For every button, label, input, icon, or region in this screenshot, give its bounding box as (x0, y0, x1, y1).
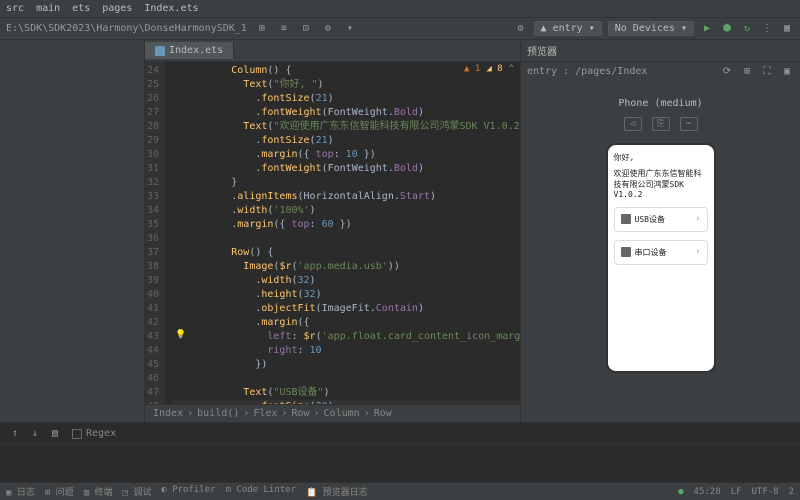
more-icon[interactable]: ▦ (780, 22, 794, 36)
breadcrumb-item[interactable]: Index (153, 408, 183, 419)
welcome-text: 欢迎使用广东东信智能科技有限公司鸿蒙SDK V1.0.2 (614, 169, 708, 200)
serial-icon (621, 247, 631, 257)
grid-icon[interactable]: ⊞ (740, 64, 754, 78)
tab-label: Index.ets (169, 45, 223, 56)
menu-pages[interactable]: pages (102, 3, 132, 14)
phone-preview: 你好, 欢迎使用广东东信智能科技有限公司鸿蒙SDK V1.0.2 USB设备 ›… (606, 143, 716, 373)
refresh-icon[interactable]: ⟳ (720, 64, 734, 78)
breadcrumb: Index › build() › Flex › Row › Column › … (145, 404, 520, 422)
toolbar-icon[interactable]: ⊞ (255, 22, 269, 36)
settings-icon[interactable]: ⚙ (514, 22, 528, 36)
menu-src[interactable]: src (6, 3, 24, 14)
filter-icon[interactable]: ▤ (48, 427, 62, 441)
copy-button[interactable]: ⎘ (652, 117, 670, 131)
top-menu-bar: src main ets pages Index.ets (0, 0, 800, 18)
status-item[interactable]: ◳ 调试 (123, 485, 152, 498)
search-icon[interactable]: ↓ (28, 427, 42, 441)
menu-file[interactable]: Index.ets (144, 3, 198, 14)
intention-bulb-icon[interactable]: 💡 (175, 330, 186, 340)
project-path: E:\SDK\SDK2023\Harmony\DonseHarmonySDK_1 (6, 23, 247, 34)
breadcrumb-item[interactable]: Row (374, 408, 392, 419)
run-icon[interactable]: ▶ (700, 22, 714, 36)
code-content[interactable]: Column() { Text("你好, ") .fontSize(21) .f… (165, 62, 520, 404)
greeting-text: 你好, (614, 153, 708, 163)
status-info: 45:28 (694, 487, 721, 497)
debug-icon[interactable]: ⬢ (720, 22, 734, 36)
serial-card[interactable]: 串口设备 › (614, 240, 708, 265)
project-panel (0, 40, 145, 422)
status-item[interactable]: ▥ 终端 (84, 485, 113, 498)
usb-icon (621, 214, 631, 224)
phone-label: Phone (medium) (618, 98, 702, 109)
more-button[interactable]: ⋯ (680, 117, 698, 131)
breadcrumb-item[interactable]: Row (291, 408, 309, 419)
tab-index-ets[interactable]: Index.ets (145, 42, 234, 59)
preview-panel: 预览器 entry : /pages/Index ⟳ ⊞ ⛶ ▣ Phone (… (520, 40, 800, 422)
preview-path: entry : /pages/Index (527, 66, 647, 77)
editor-status: ▲ 1 ◢ 8 ^ (464, 64, 514, 74)
line-gutter: 24 25 26 27 28 29 30 31 32 33 34 35 36 3… (145, 62, 165, 404)
dropdown-icon[interactable]: ▾ (343, 22, 357, 36)
breadcrumb-item[interactable]: Column (324, 408, 360, 419)
toolbar-icon[interactable]: ≡ (277, 22, 291, 36)
back-button[interactable]: ◁ (624, 117, 642, 131)
breadcrumb-item[interactable]: Flex (253, 408, 277, 419)
more-icon[interactable]: ⋮ (760, 22, 774, 36)
gear-icon[interactable]: ⚙ (321, 22, 335, 36)
chevron-right-icon: › (695, 214, 700, 224)
breadcrumb-item[interactable]: build() (197, 408, 239, 419)
status-info: 2 (789, 487, 794, 497)
status-item[interactable]: 📋 预览器日志 (306, 485, 368, 498)
regex-checkbox[interactable]: Regex (72, 428, 116, 439)
search-icon[interactable]: ↑ (8, 427, 22, 441)
toolbar-icon[interactable]: ⊡ (299, 22, 313, 36)
code-editor[interactable]: ▲ 1 ◢ 8 ^ 24 25 26 27 28 29 30 31 32 33 … (145, 62, 520, 404)
file-icon (155, 46, 165, 56)
status-info: UTF-8 (751, 487, 778, 497)
status-item[interactable]: ▣ 日志 (6, 485, 35, 498)
chevron-right-icon: › (695, 247, 700, 257)
preview-title: 预览器 (527, 43, 557, 58)
status-item[interactable]: ◐ Profiler (161, 485, 215, 498)
refresh-icon[interactable]: ↻ (740, 22, 754, 36)
main-toolbar: E:\SDK\SDK2023\Harmony\DonseHarmonySDK_1… (0, 18, 800, 40)
editor-tabs: Index.ets (145, 40, 520, 62)
menu-ets[interactable]: ets (72, 3, 90, 14)
menu-main[interactable]: main (36, 3, 60, 14)
sync-icon[interactable]: ● (678, 487, 683, 497)
device-select[interactable]: No Devices ▾ (608, 21, 694, 36)
status-item[interactable]: ⊞ 问题 (45, 485, 74, 498)
status-bar: ▣ 日志 ⊞ 问题 ▥ 终端 ◳ 调试 ◐ Profiler ⊡ Code Linter 📋… (0, 482, 800, 500)
expand-icon[interactable]: ⛶ (760, 64, 774, 78)
collapse-icon[interactable]: ▣ (780, 64, 794, 78)
entry-select[interactable]: ▲ entry ▾ (534, 21, 602, 36)
status-item[interactable]: ⊡ Code Linter (226, 485, 296, 498)
status-info: LF (731, 487, 742, 497)
bottom-panel: ↑ ↓ ▤ Regex (0, 422, 800, 482)
usb-card[interactable]: USB设备 › (614, 207, 708, 232)
